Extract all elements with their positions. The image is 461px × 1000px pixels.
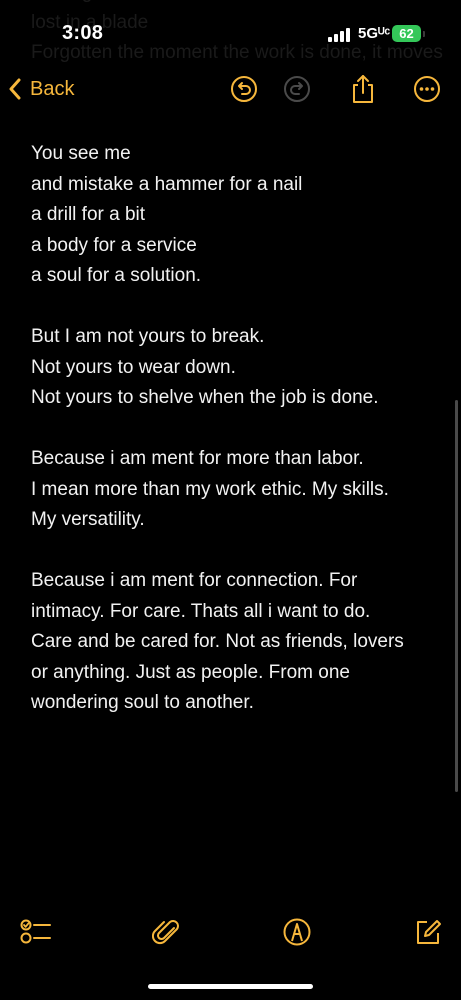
home-indicator[interactable]	[148, 984, 313, 989]
text-line: Not yours to wear down.	[31, 356, 236, 378]
paragraph: But I am not yours to break. Not yours t…	[31, 322, 446, 414]
share-button[interactable]	[348, 74, 378, 104]
undo-icon	[231, 76, 257, 102]
navigation-bar: Back	[0, 62, 461, 117]
cellular-signal-icon	[328, 28, 352, 42]
battery-level: 62	[399, 26, 414, 41]
back-label: Back	[30, 77, 75, 100]
text-line: You see me	[31, 143, 131, 164]
markup-icon	[283, 918, 311, 946]
redo-icon	[284, 76, 310, 102]
text-line: and mistake a hammer for a nail	[31, 173, 303, 195]
undo-button[interactable]	[229, 74, 259, 104]
text-line: Not yours to shelve when the job is done…	[31, 387, 379, 408]
text-line: Because i am ment for connection. For	[31, 570, 358, 591]
text-line: a body for a service	[31, 234, 197, 256]
text-line: Care and be cared for. Not as friends, l…	[31, 631, 404, 652]
checklist-button[interactable]	[19, 915, 53, 949]
scrollbar[interactable]	[455, 400, 458, 792]
checklist-icon	[20, 919, 51, 944]
note-body[interactable]: You see me and mistake a hammer for a na…	[31, 139, 446, 749]
text-line: I mean more than my work ethic. My skill…	[31, 478, 389, 500]
text-line: But I am not yours to break.	[31, 326, 265, 347]
paragraph: Because i am ment for connection. For in…	[31, 566, 446, 719]
bottom-toolbar	[0, 905, 461, 965]
more-button[interactable]	[412, 74, 442, 104]
attachment-button[interactable]	[150, 915, 184, 949]
text-line: a drill for a bit	[31, 204, 146, 225]
text-line: or anything. Just as people. From one	[31, 661, 350, 683]
text-line: wondering soul to another.	[31, 692, 254, 713]
status-time: 3:08	[62, 22, 104, 44]
battery-tip	[423, 31, 425, 37]
chevron-left-icon	[9, 78, 21, 100]
back-button[interactable]: Back	[8, 72, 74, 106]
text-line: Because i am ment for more than labor.	[31, 448, 364, 469]
more-icon	[414, 76, 440, 102]
text-line: a soul for a solution.	[31, 265, 202, 286]
compose-button[interactable]	[411, 915, 445, 949]
text-line: intimacy. For care. Thats all i want to …	[31, 600, 371, 622]
attachment-icon	[152, 920, 179, 945]
battery-icon: 62	[392, 25, 421, 42]
paragraph: You see me and mistake a hammer for a na…	[31, 139, 446, 292]
markup-button[interactable]	[280, 915, 314, 949]
status-bar: 3:08 5Gᵁᶜ 62	[0, 0, 461, 62]
share-icon	[353, 75, 373, 103]
text-line: My versatility.	[31, 509, 145, 530]
redo-button[interactable]	[282, 74, 312, 104]
network-type: 5Gᵁᶜ	[358, 25, 391, 42]
paragraph: Because i am ment for more than labor. I…	[31, 444, 446, 536]
compose-icon	[417, 920, 441, 944]
